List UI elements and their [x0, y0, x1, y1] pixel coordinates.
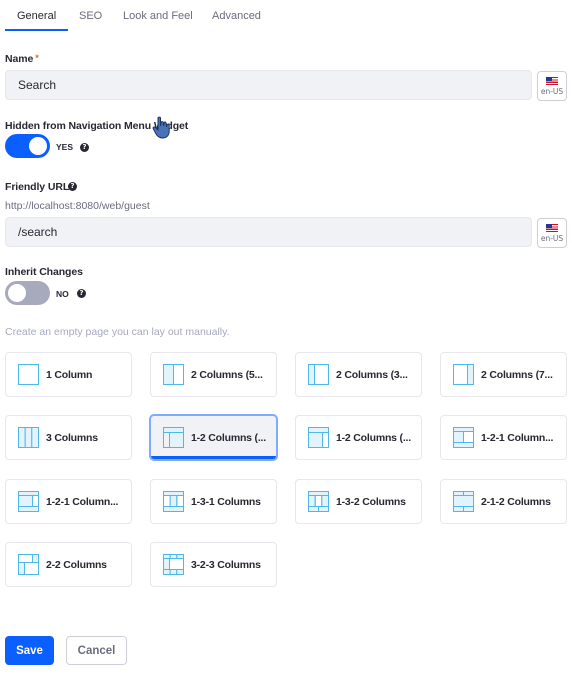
required-mark: *	[35, 53, 39, 63]
language-code: en-US	[540, 233, 564, 243]
layout-2-2-columns-icon	[18, 554, 39, 575]
layout-card-label: 1-2-1 Column...	[481, 431, 554, 444]
layout-3-2-3-columns-icon	[163, 554, 184, 575]
layout-card[interactable]: 2-2 Columns	[5, 542, 132, 587]
question-circle-icon[interactable]: ?	[80, 143, 89, 152]
hand-pointer-cursor-icon	[152, 116, 170, 139]
layout-card-label: 1 Column	[46, 368, 93, 381]
layout-1-2-1-columns-70-30-icon	[18, 491, 39, 512]
question-circle-icon[interactable]: ?	[68, 182, 77, 191]
layout-2-columns-70-30-icon	[453, 364, 474, 385]
friendly-url-language-selector[interactable]: en-US	[537, 218, 567, 248]
layout-card[interactable]: 1-3-1 Columns	[150, 479, 277, 524]
layout-card-label: 2 Columns (3...	[336, 368, 408, 381]
layout-card-label: 1-2-1 Column...	[46, 495, 119, 508]
layout-1-3-2-columns-icon	[308, 491, 329, 512]
layout-card-label: 2 Columns (7...	[481, 368, 553, 381]
inherit-changes-toggle[interactable]	[5, 281, 50, 305]
layout-card[interactable]: 2 Columns (3...	[295, 352, 422, 397]
layout-card[interactable]: 2-1-2 Columns	[440, 479, 567, 524]
layout-1-2-columns-30-70-icon	[163, 427, 184, 448]
layout-card[interactable]: 3 Columns	[5, 415, 132, 460]
inherit-changes-label: Inherit Changes	[5, 266, 83, 278]
layout-card[interactable]: 3-2-3 Columns	[150, 542, 277, 587]
cancel-button[interactable]: Cancel	[66, 636, 127, 665]
name-input[interactable]: Search	[5, 70, 532, 100]
question-circle-icon[interactable]: ?	[77, 289, 86, 298]
layout-card[interactable]: 1-3-2 Columns	[295, 479, 422, 524]
layout-card-label: 2-1-2 Columns	[481, 495, 551, 508]
layout-card[interactable]: 1-2-1 Column...	[5, 479, 132, 524]
language-code: en-US	[540, 86, 564, 96]
layout-card-label: 1-2 Columns (...	[336, 431, 411, 444]
tab-seo[interactable]: SEO	[79, 0, 102, 32]
save-button[interactable]: Save	[5, 636, 54, 665]
layout-card[interactable]: 2 Columns (7...	[440, 352, 567, 397]
friendly-url-prefix: http://localhost:8080/web/guest	[5, 200, 150, 212]
us-flag-icon	[546, 76, 558, 85]
inherit-toggle-state: NO	[56, 289, 69, 299]
layout-1-2-columns-70-30-icon	[308, 427, 329, 448]
tab-bar: General SEO Look and Feel Advanced	[0, 0, 572, 32]
layout-3-columns-icon	[18, 427, 39, 448]
toggle-knob	[29, 137, 47, 155]
layout-card[interactable]: 1-2 Columns (...	[150, 415, 277, 460]
layout-1-column-icon	[18, 364, 39, 385]
layout-card[interactable]: 1 Column	[5, 352, 132, 397]
layout-card-label: 3 Columns	[46, 431, 98, 444]
layout-hint: Create an empty page you can lay out man…	[5, 326, 230, 338]
us-flag-icon	[546, 223, 558, 232]
layout-1-3-1-columns-icon	[163, 491, 184, 512]
layout-card-label: 1-2 Columns (...	[191, 431, 266, 444]
layout-card-label: 1-3-1 Columns	[191, 495, 261, 508]
friendly-url-label: Friendly URL	[5, 181, 70, 193]
layout-card-label: 1-3-2 Columns	[336, 495, 406, 508]
layout-2-columns-50-50-icon	[163, 364, 184, 385]
name-label: Name *	[5, 53, 39, 65]
layout-2-columns-30-70-icon	[308, 364, 329, 385]
name-language-selector[interactable]: en-US	[537, 71, 567, 101]
hidden-toggle-state: YES	[56, 142, 74, 152]
tab-general[interactable]: General	[4, 0, 69, 32]
layout-card[interactable]: 1-2-1 Column...	[440, 415, 567, 460]
tab-advanced[interactable]: Advanced	[212, 0, 261, 32]
tab-look-and-feel[interactable]: Look and Feel	[123, 0, 193, 32]
friendly-url-input[interactable]: /search	[5, 217, 532, 247]
layout-2-1-2-columns-icon	[453, 491, 474, 512]
layout-card-label: 2-2 Columns	[46, 558, 107, 571]
layout-card-label: 3-2-3 Columns	[191, 558, 261, 571]
layout-card[interactable]: 2 Columns (5...	[150, 352, 277, 397]
layout-1-2-1-columns-50-50-icon	[453, 427, 474, 448]
layout-card[interactable]: 1-2 Columns (...	[295, 415, 422, 460]
name-label-text: Name	[5, 53, 34, 65]
layout-card-label: 2 Columns (5...	[191, 368, 263, 381]
toggle-knob	[8, 284, 26, 302]
hidden-from-navigation-toggle[interactable]	[5, 134, 50, 158]
